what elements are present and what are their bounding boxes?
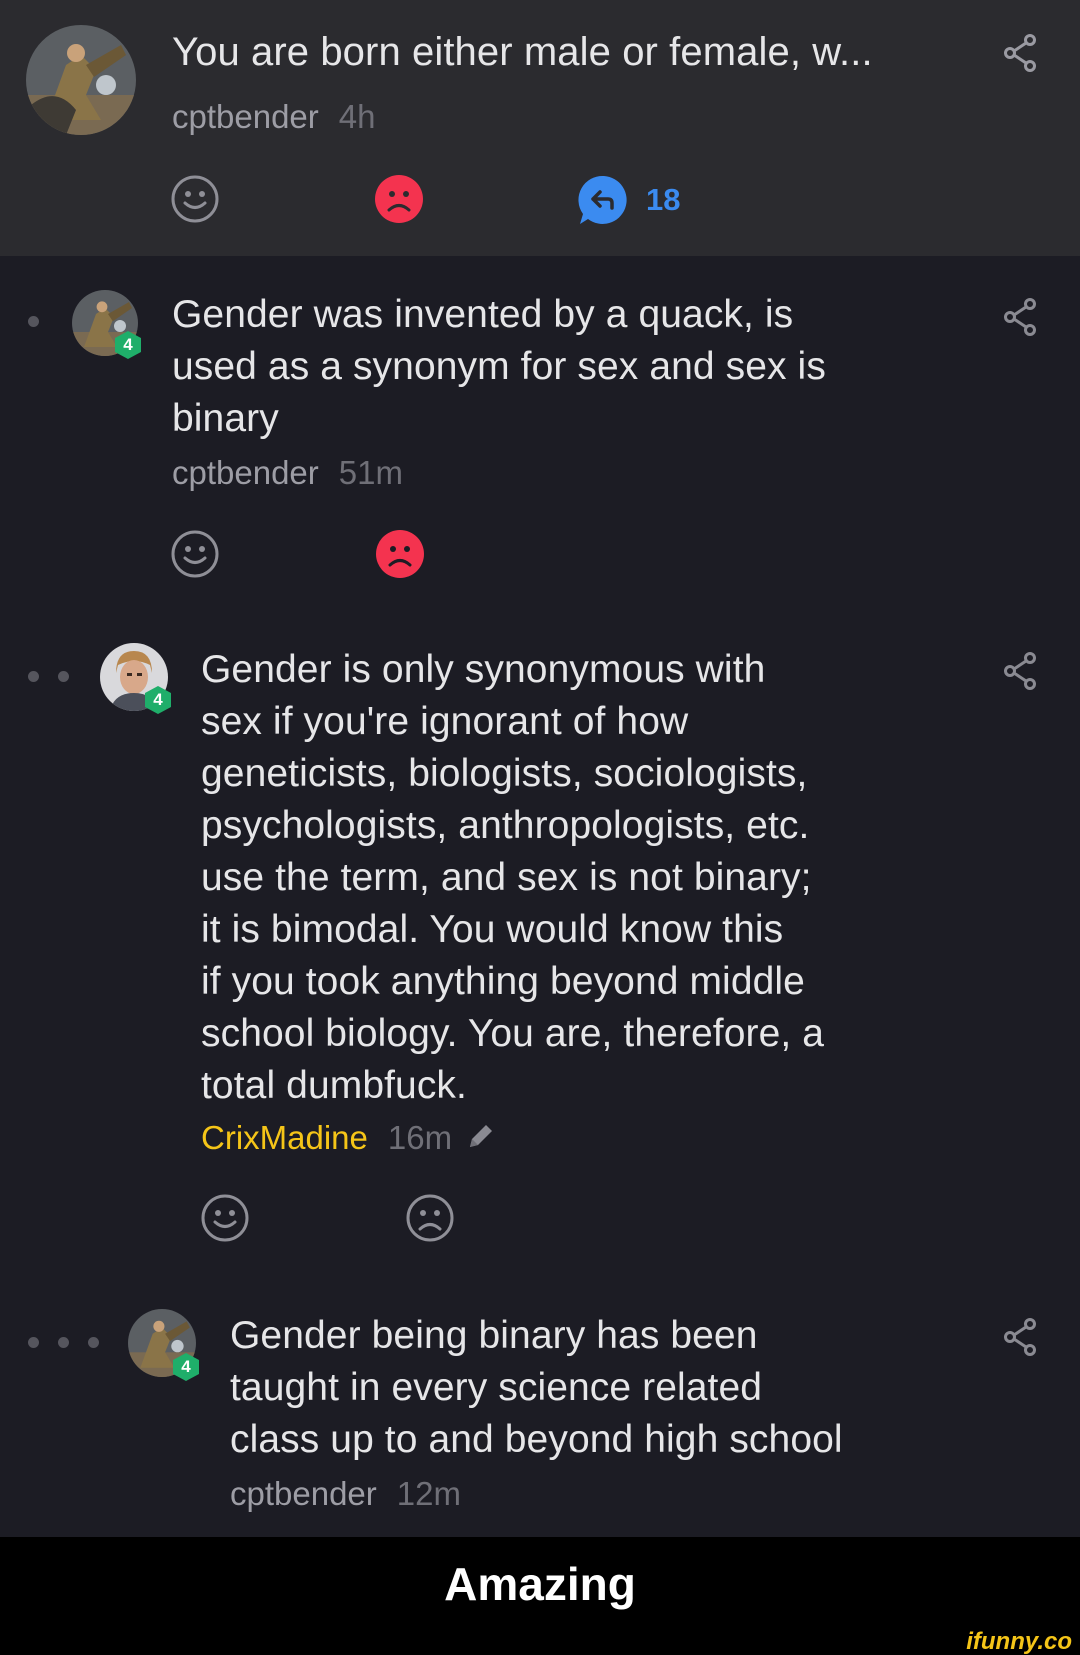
watermark: ifunny.co — [966, 1628, 1072, 1655]
comment-2-line: psychologists, anthropologists, etc. — [201, 804, 810, 847]
level-badge: 4 — [145, 686, 171, 714]
caption-text: Amazing — [444, 1558, 636, 1610]
comment-1-line: used as a synonym for sex and sex is — [172, 345, 826, 388]
comment-3-text[interactable]: Gender being binary has been taught in e… — [230, 1310, 970, 1466]
root-time: 4h — [338, 98, 376, 135]
comment-2-meta: CrixMadine 16m — [201, 1118, 496, 1160]
comment-2-line: use the term, and sex is not binary; — [201, 856, 812, 899]
comment-2-line: total dumbfuck. — [201, 1064, 467, 1107]
comment-1-line: Gender was invented by a quack, is — [172, 293, 794, 336]
share-icon[interactable] — [1003, 298, 1037, 341]
root-comment: You are born either male or female, w...… — [0, 0, 1080, 256]
comment-1-time: 51m — [338, 454, 403, 491]
comment-3-meta: cptbender 12m — [230, 1474, 461, 1514]
comment-2-line: it is bimodal. You would know this — [201, 908, 784, 951]
level-badge: 4 — [115, 331, 141, 359]
reply-bubble-icon[interactable] — [578, 174, 630, 231]
root-avatar[interactable] — [26, 25, 136, 135]
comment-3-author[interactable]: cptbender — [230, 1475, 377, 1512]
root-comment-text[interactable]: You are born either male or female, w... — [172, 26, 873, 78]
comment-3-time: 12m — [396, 1475, 461, 1512]
comment-2-line: school biology. You are, therefore, a — [201, 1012, 825, 1055]
comment-2-text[interactable]: Gender is only synonymous with sex if yo… — [201, 644, 941, 1112]
smile-icon[interactable] — [170, 529, 220, 584]
level-badge: 4 — [173, 1353, 199, 1381]
comment-1-meta: cptbender 51m — [172, 453, 403, 493]
reply-count[interactable]: 18 — [646, 182, 680, 218]
pencil-icon — [466, 1120, 496, 1160]
unsmile-icon[interactable] — [374, 174, 424, 229]
root-author[interactable]: cptbender — [172, 98, 319, 135]
share-icon[interactable] — [1003, 1318, 1037, 1361]
comment-2-line: sex if you're ignorant of how — [201, 700, 689, 743]
comment-1-author[interactable]: cptbender — [172, 454, 319, 491]
comment-2-line: Gender is only synonymous with — [201, 648, 766, 691]
comment-3-line: taught in every science related — [230, 1366, 763, 1409]
comment-2-author[interactable]: CrixMadine — [201, 1119, 368, 1156]
smile-icon[interactable] — [170, 174, 220, 229]
unsmile-icon[interactable] — [375, 529, 425, 584]
comment-1-line: binary — [172, 397, 279, 440]
comment-3-line: Gender being binary has been — [230, 1314, 758, 1357]
footer-bar — [0, 1632, 1080, 1655]
unsmile-icon[interactable] — [405, 1193, 455, 1248]
share-icon[interactable] — [1003, 34, 1037, 77]
comment-2-line: geneticists, biologists, sociologists, — [201, 752, 808, 795]
smile-icon[interactable] — [200, 1193, 250, 1248]
comment-2-line: if you took anything beyond middle — [201, 960, 805, 1003]
caption-bar: Amazing — [0, 1537, 1080, 1632]
share-icon[interactable] — [1003, 652, 1037, 695]
comment-3-line: class up to and beyond high school — [230, 1418, 843, 1461]
comment-1-text[interactable]: Gender was invented by a quack, is used … — [172, 289, 932, 445]
comment-2-time: 16m — [387, 1119, 453, 1156]
root-comment-meta: cptbender 4h — [172, 97, 376, 137]
